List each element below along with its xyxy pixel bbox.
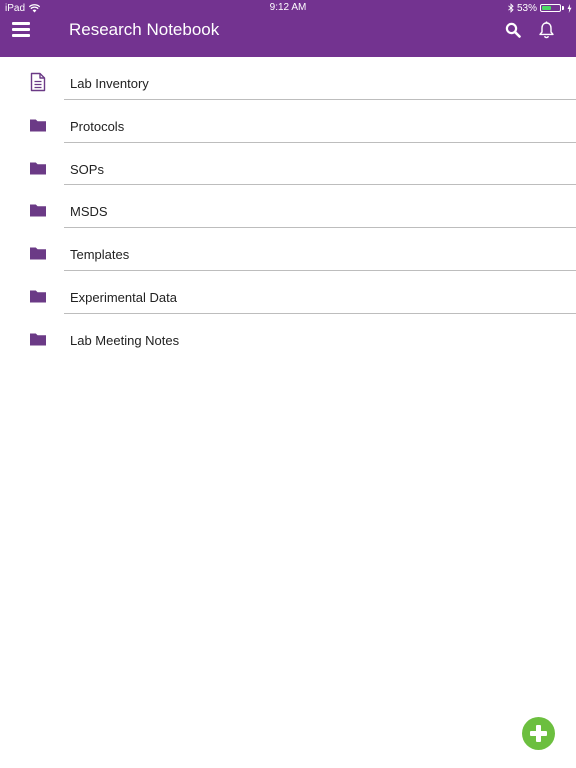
status-right: 53% <box>508 2 572 14</box>
status-time: 9:12 AM <box>269 2 307 13</box>
folder-icon <box>30 119 46 132</box>
document-icon <box>30 72 46 92</box>
list-item-lab-inventory[interactable]: Lab Inventory <box>0 57 576 100</box>
battery-cap <box>562 6 564 10</box>
bell-icon <box>539 21 554 39</box>
page-title: Research Notebook <box>69 20 220 39</box>
battery-percent: 53% <box>516 2 537 14</box>
menu-icon <box>12 22 30 37</box>
folder-icon <box>30 290 46 303</box>
folder-icon <box>30 162 46 175</box>
list-item-label: Experimental Data <box>70 289 177 305</box>
folder-icon <box>30 333 46 346</box>
search-icon <box>505 22 521 38</box>
list-item-sops[interactable]: SOPs <box>0 143 576 186</box>
folder-icon <box>30 247 46 260</box>
menu-button[interactable] <box>12 22 30 38</box>
add-button[interactable] <box>522 717 555 750</box>
notifications-button[interactable] <box>538 21 555 39</box>
bluetooth-icon <box>508 3 514 13</box>
battery-icon <box>540 4 561 12</box>
list-item-label: Templates <box>70 247 130 263</box>
list-item-label: MSDS <box>70 204 108 220</box>
list-item-experimental-data[interactable]: Experimental Data <box>0 271 576 314</box>
battery-level-fill <box>542 6 551 10</box>
notebook-list: Lab Inventory Protocols SOPs MSDS Templa… <box>0 57 576 357</box>
list-item-templates[interactable]: Templates <box>0 228 576 271</box>
list-item-protocols[interactable]: Protocols <box>0 100 576 143</box>
charging-icon <box>567 3 572 13</box>
list-item-label: Protocols <box>70 118 125 134</box>
list-item-label: Lab Inventory <box>70 76 149 91</box>
status-bar: iPad 9:12 AM 53% <box>0 0 576 16</box>
folder-icon <box>30 204 46 217</box>
app-header: iPad 9:12 AM 53% Research Notebook <box>0 0 576 57</box>
list-item-msds[interactable]: MSDS <box>0 185 576 229</box>
search-button[interactable] <box>505 22 521 38</box>
list-item-label: Lab Meeting Notes <box>70 332 180 348</box>
list-item-lab-meeting-notes[interactable]: Lab Meeting Notes <box>0 314 576 357</box>
list-item-label: SOPs <box>70 161 104 177</box>
